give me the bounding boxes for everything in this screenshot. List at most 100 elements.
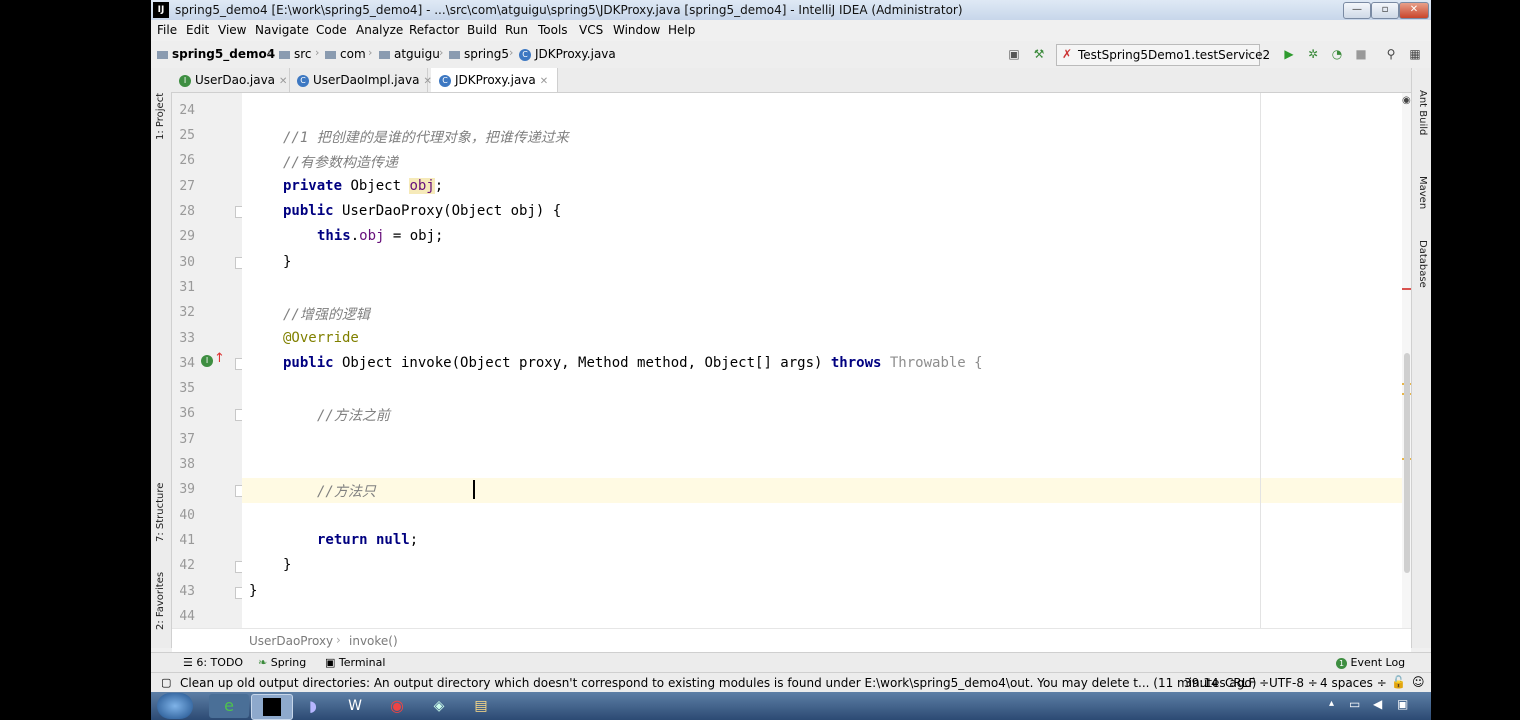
inspector-icon[interactable]: ☺	[1412, 675, 1425, 689]
run-configuration-select[interactable]: ✗ TestSpring5Demo1.testService2 ⌄	[1056, 44, 1270, 66]
tab-jdkproxy[interactable]: C JDKProxy.java ✕	[431, 68, 558, 92]
error-marker[interactable]	[1402, 288, 1411, 290]
folder-icon	[449, 50, 460, 59]
menu-code[interactable]: Code	[316, 23, 347, 37]
app-icon[interactable]: ◈	[419, 694, 459, 718]
terminal-tool-window[interactable]: ▣ Terminal	[325, 656, 385, 669]
code-editor[interactable]: //1 把创建的是谁的代理对象，把谁传递过来 //有参数构造传递 private…	[242, 93, 1402, 628]
menu-tools[interactable]: Tools	[538, 23, 568, 37]
build-hammer-icon[interactable]: ⚒	[1032, 47, 1046, 61]
code-breadcrumb: UserDaoProxy › invoke()	[172, 628, 1411, 653]
display-icon[interactable]: ▣	[1397, 697, 1408, 711]
menu-analyze[interactable]: Analyze	[356, 23, 403, 37]
tab-userdaoimpl[interactable]: C UserDaoImpl.java ✕	[289, 68, 432, 92]
line-number: 43	[179, 584, 195, 599]
menu-refactor[interactable]: Refactor	[409, 23, 459, 37]
code-line-43: }	[249, 583, 258, 599]
code-line-26: //有参数构造传递	[283, 155, 398, 171]
debug-icon[interactable]: ✲	[1306, 47, 1320, 61]
field-name: obj	[409, 178, 435, 194]
nav-atguigu-label: atguigu	[394, 47, 440, 61]
line-number: 29	[179, 229, 195, 244]
maximize-button[interactable]: ▫	[1371, 2, 1399, 19]
tool-window-ant-build[interactable]: Ant Build	[1417, 90, 1428, 135]
implements-method-icon[interactable]: I	[201, 355, 213, 367]
tab-userdao[interactable]: I UserDao.java ✕	[171, 68, 290, 92]
caret-position[interactable]: 39:14	[1184, 676, 1219, 690]
nav-file-label: JDKProxy.java	[535, 47, 616, 61]
stop-icon[interactable]: ■	[1354, 47, 1368, 61]
interface-icon: I	[179, 74, 191, 87]
field-name: obj	[359, 228, 385, 244]
breadcrumb-method[interactable]: invoke()	[349, 634, 398, 648]
explorer-folder-icon[interactable]: ▤	[461, 694, 501, 718]
nav-project[interactable]: spring5_demo4	[157, 47, 275, 61]
tool-window-structure[interactable]: 7: Structure	[155, 483, 166, 542]
tool-window-database[interactable]: Database	[1417, 240, 1428, 288]
keyword: null	[367, 532, 410, 548]
menu-build[interactable]: Build	[467, 23, 497, 37]
error-stripe[interactable]: ◉	[1402, 93, 1411, 628]
search-icon[interactable]: ⚲	[1384, 47, 1398, 61]
todo-tool-window[interactable]: ☰ 6: TODO	[183, 656, 243, 669]
menu-edit[interactable]: Edit	[186, 23, 209, 37]
indent-select[interactable]: 4 spaces ÷	[1320, 676, 1387, 690]
line-separator-select[interactable]: CRLF ÷	[1225, 676, 1269, 690]
code-line-36: //方法之前	[317, 408, 390, 424]
todo-label: 6: TODO	[196, 656, 244, 669]
nav-atguigu[interactable]: atguigu	[379, 47, 440, 61]
intellij-taskbar-icon[interactable]	[251, 694, 293, 720]
app-icon[interactable]: ◗	[293, 694, 333, 718]
nav-separator: ›	[439, 46, 444, 59]
event-log-button[interactable]: 1 Event Log	[1336, 656, 1405, 669]
spring-tool-window[interactable]: ❧ Spring	[258, 656, 306, 669]
menu-navigate[interactable]: Navigate	[255, 23, 309, 37]
word-icon[interactable]: W	[335, 694, 375, 718]
nav-spring5[interactable]: spring5	[449, 47, 509, 61]
code-line-30: }	[283, 254, 292, 270]
code-text: UserDaoProxy(Object obj) {	[333, 203, 562, 219]
structure-icon[interactable]: ▦	[1408, 47, 1422, 61]
volume-icon[interactable]: ◀	[1373, 697, 1382, 711]
project-structure-icon[interactable]: ▣	[1007, 47, 1021, 61]
terminal-icon: ▣	[325, 656, 339, 669]
nav-com[interactable]: com	[325, 47, 366, 61]
run-icon[interactable]: ▶	[1282, 47, 1296, 61]
menu-view[interactable]: View	[218, 23, 246, 37]
line-number: 25	[179, 128, 195, 143]
menu-file[interactable]: File	[157, 23, 177, 37]
tool-window-favorites[interactable]: 2: Favorites	[155, 572, 166, 630]
scrollbar-thumb[interactable]	[1404, 353, 1410, 573]
close-tab-icon[interactable]: ✕	[540, 76, 548, 87]
tool-window-project[interactable]: 1: Project	[155, 93, 166, 140]
close-button[interactable]: ✕	[1399, 2, 1429, 19]
encoding-select[interactable]: UTF-8 ÷	[1269, 676, 1318, 690]
nav-file[interactable]: C JDKProxy.java	[519, 47, 616, 61]
nav-src[interactable]: src	[279, 47, 312, 61]
keyword: private	[283, 178, 343, 194]
code-line-39: //方法只	[317, 484, 376, 500]
close-tab-icon[interactable]: ✕	[279, 76, 287, 87]
menu-run[interactable]: Run	[505, 23, 528, 37]
os-taskbar: e ◗ W ◉ ◈ ▤ ▴ ▭ ◀ ▣	[151, 692, 1431, 720]
tray-arrow-icon[interactable]: ▴	[1329, 698, 1334, 709]
lock-icon[interactable]: 🔓	[1391, 675, 1406, 689]
code-text: Object invoke(Object proxy, Method metho…	[333, 355, 831, 371]
status-message[interactable]: Clean up old output directories: An outp…	[180, 676, 1256, 690]
junit-config-icon: ✗	[1062, 47, 1073, 61]
tool-window-maven[interactable]: Maven	[1417, 176, 1428, 209]
menu-help[interactable]: Help	[668, 23, 695, 37]
eye-icon[interactable]: ◉	[1402, 95, 1411, 106]
minimize-button[interactable]: —	[1343, 2, 1371, 19]
start-button-icon[interactable]	[157, 693, 193, 719]
toggle-tool-buttons-icon[interactable]: ▢	[161, 676, 171, 689]
coverage-icon[interactable]: ◔	[1330, 47, 1344, 61]
ie-browser-icon[interactable]: e	[209, 694, 249, 718]
network-icon[interactable]: ▭	[1349, 697, 1360, 711]
menu-vcs[interactable]: VCS	[579, 23, 603, 37]
right-margin-guide	[1260, 93, 1261, 628]
breadcrumb-class[interactable]: UserDaoProxy	[249, 634, 333, 648]
menu-window[interactable]: Window	[613, 23, 660, 37]
chrome-icon[interactable]: ◉	[377, 694, 417, 718]
folder-icon	[379, 50, 390, 59]
